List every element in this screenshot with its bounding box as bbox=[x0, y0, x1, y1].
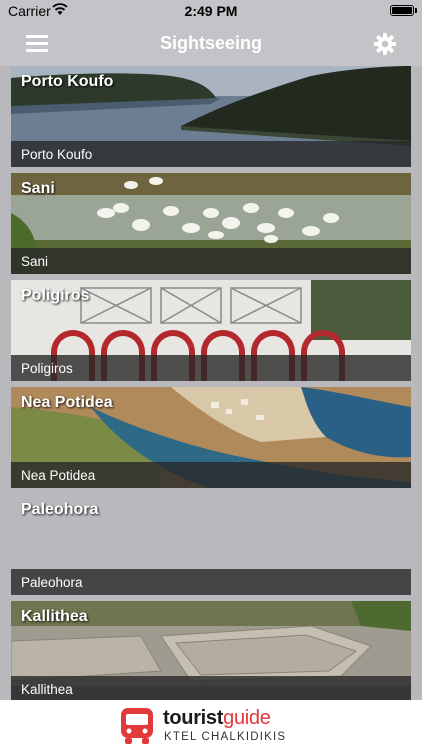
brand-subtitle: KTEL CHALKIDIKIS bbox=[164, 731, 287, 743]
place-card-sani[interactable]: Sani Sani bbox=[11, 173, 411, 274]
place-caption: Porto Koufo bbox=[21, 147, 93, 162]
navigation-bar: Sightseeing bbox=[0, 22, 422, 66]
place-title: Kallithea bbox=[21, 608, 88, 625]
place-title: Poligiros bbox=[21, 287, 90, 304]
brand-part-guide: guide bbox=[223, 707, 271, 729]
footer-banner: touristguide KTEL CHALKIDIKIS bbox=[0, 700, 422, 750]
place-caption: Nea Potidea bbox=[21, 468, 96, 483]
place-card-kallithea[interactable]: Kallithea Kallithea bbox=[11, 601, 411, 700]
place-caption: Poligiros bbox=[21, 361, 73, 376]
gear-icon[interactable] bbox=[373, 32, 397, 56]
clock: 2:49 PM bbox=[184, 3, 238, 19]
status-bar: Carrier 2:49 PM bbox=[0, 0, 422, 22]
sightseeing-list: Porto Koufo Porto Koufo Sani Sani Poligi… bbox=[0, 66, 422, 700]
place-title: Porto Koufo bbox=[21, 73, 114, 90]
caption-bar bbox=[11, 248, 411, 274]
place-title: Sani bbox=[21, 180, 55, 197]
place-title: Nea Potidea bbox=[21, 394, 113, 411]
battery-icon bbox=[390, 5, 414, 16]
place-card-poligiros[interactable]: Poligiros Poligiros bbox=[11, 280, 411, 381]
brand-logo-text: touristguide bbox=[163, 707, 271, 730]
place-card-porto-koufo[interactable]: Porto Koufo Porto Koufo bbox=[11, 66, 411, 167]
place-caption: Paleohora bbox=[21, 575, 83, 590]
brand-part-tourist: tourist bbox=[163, 707, 224, 729]
bus-icon bbox=[121, 708, 153, 744]
place-caption: Kallithea bbox=[21, 682, 73, 697]
place-card-paleohora[interactable]: Paleohora Paleohora bbox=[11, 494, 411, 595]
place-card-nea-potidea[interactable]: Nea Potidea Nea Potidea bbox=[11, 387, 411, 488]
page-title: Sightseeing bbox=[159, 33, 262, 53]
place-caption: Sani bbox=[21, 254, 49, 269]
place-title: Paleohora bbox=[21, 501, 99, 518]
battery-tip bbox=[415, 8, 417, 13]
